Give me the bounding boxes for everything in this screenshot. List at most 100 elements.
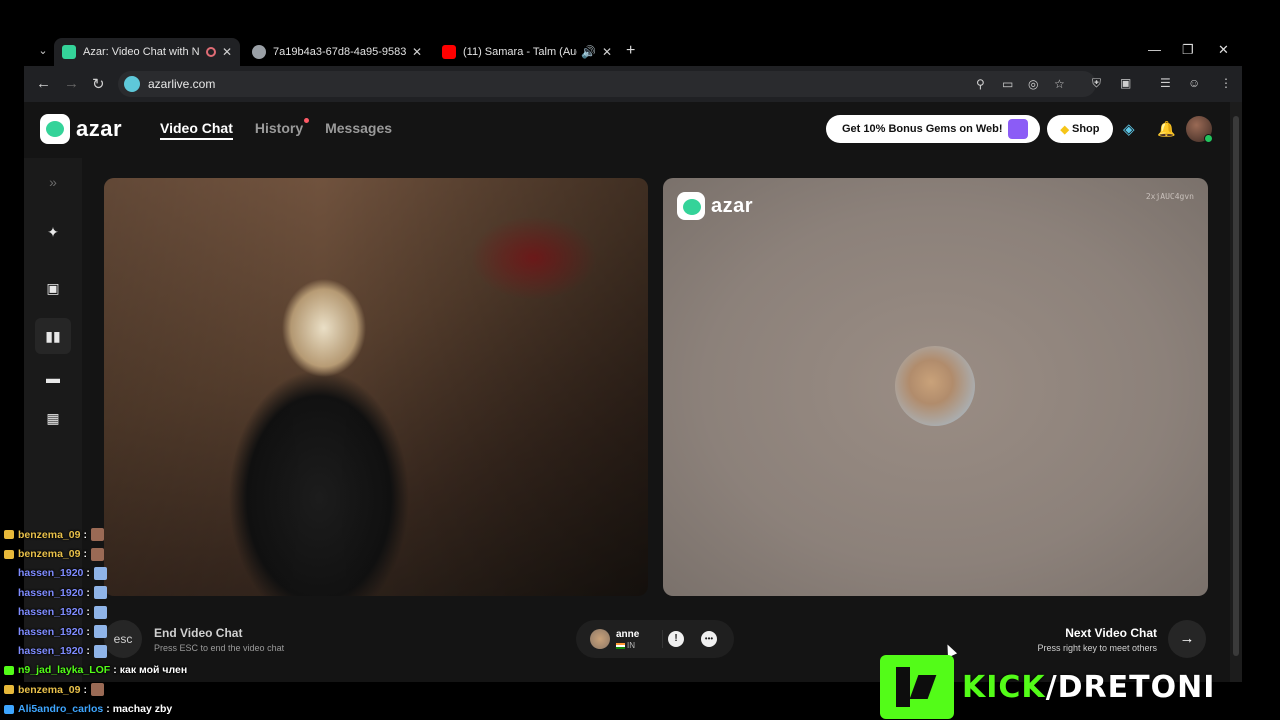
scrollbar-thumb[interactable] [1233, 116, 1239, 656]
report-icon[interactable]: ! [668, 631, 684, 647]
chat-colon: : [83, 683, 87, 696]
speaker-icon[interactable]: 🔊 [581, 45, 596, 59]
tab-title: (11) Samara - Talm (Audio) [463, 46, 577, 58]
youtube-icon [442, 45, 456, 59]
url-text[interactable]: azarlive.com [148, 77, 215, 91]
tab-youtube[interactable]: (11) Samara - Talm (Audio) 🔊 ✕ [434, 38, 620, 66]
nav-history[interactable]: History [254, 118, 310, 140]
chat-emote-icon [93, 644, 107, 658]
chat-message: hassen_1920: [0, 622, 300, 641]
chat-text: как мой член [119, 664, 188, 677]
divider [662, 630, 663, 648]
close-icon[interactable]: ✕ [412, 45, 422, 59]
tab-uuid[interactable]: 7a19b4a3-67d8-4a95-9583-9d4 ✕ [244, 38, 430, 66]
page-scrollbar[interactable] [1230, 102, 1242, 682]
chat-colon: : [113, 664, 117, 677]
kick-slash: / [1045, 669, 1058, 705]
nav-history-label: History [254, 120, 304, 136]
new-tab-button[interactable]: + [626, 42, 635, 60]
layout-side-by-side-icon[interactable]: ▮▮ [35, 318, 71, 354]
chat-username: hassen_1920 [18, 567, 84, 580]
chat-bubble-icon[interactable]: ••• [701, 631, 717, 647]
eye-off-icon[interactable]: ◎ [1028, 77, 1038, 91]
tab-title: 7a19b4a3-67d8-4a95-9583-9d4 [273, 46, 406, 58]
browser-toolbar: ← → ↻ azarlive.com ⚲ ▭ ◎ ☆ ⛨ ▣ ☰ ☺ ⋮ [24, 66, 1242, 102]
expand-sidebar-icon[interactable]: » [43, 172, 63, 192]
layout-grid-icon[interactable]: ▦ [43, 408, 63, 428]
chat-colon: : [83, 548, 87, 561]
chat-username: n9_jad_layka_LOF [18, 664, 111, 677]
chat-colon: : [83, 528, 87, 541]
close-icon[interactable]: ✕ [602, 45, 612, 59]
chat-username: hassen_1920 [18, 625, 84, 638]
azar-logo-icon [40, 114, 70, 144]
extensions-icon[interactable]: ▣ [1120, 76, 1131, 90]
user-avatar[interactable] [1186, 116, 1213, 143]
cast-icon[interactable]: ▭ [1002, 77, 1013, 91]
chat-colon: : [86, 625, 90, 638]
kick-channel: DRETONI [1057, 669, 1216, 705]
top-nav: Video Chat History Messages [160, 118, 392, 140]
india-flag-icon [616, 642, 625, 649]
site-info-icon[interactable] [124, 76, 140, 92]
bookmark-star-icon[interactable]: ☆ [1054, 77, 1065, 91]
peer-video: azar 2xjAUC4gvn [663, 178, 1208, 596]
peer-info-bar: anne IN ! ••• [576, 620, 734, 658]
session-id: 2xjAUC4gvn [1145, 192, 1194, 201]
restore-icon[interactable]: ❐ [1182, 42, 1194, 58]
back-icon[interactable]: ← [36, 75, 51, 92]
chat-badge-icon [4, 685, 14, 695]
nav-video-chat[interactable]: Video Chat [160, 120, 233, 140]
chat-message: n9_jad_layka_LOF: как мой член [0, 661, 300, 680]
peer-avatar[interactable] [590, 629, 610, 649]
browser-tabstrip: ⌄ Azar: Video Chat with New F ✕ 7a19b4a3… [24, 36, 1242, 66]
layout-stacked-icon[interactable]: ▬ [43, 368, 63, 388]
minimize-icon[interactable]: — [1148, 42, 1161, 57]
peer-country-code: IN [627, 641, 635, 650]
notification-dot [304, 118, 310, 123]
gift-icon [1008, 119, 1028, 139]
arrow-right-icon: → [1179, 630, 1195, 647]
next-chat-button[interactable]: → [1168, 620, 1206, 658]
recording-icon [205, 47, 216, 57]
watermark-text: azar [711, 194, 754, 217]
window-close-icon[interactable]: ✕ [1218, 42, 1229, 58]
bell-icon[interactable]: 🔔 [1157, 120, 1176, 138]
azar-logo[interactable]: azar [40, 114, 122, 144]
menu-dots-icon[interactable]: ⋮ [1220, 76, 1232, 90]
address-bar[interactable]: azarlive.com ⚲ ▭ ◎ ☆ [118, 71, 1096, 97]
chat-emote-icon [90, 547, 104, 561]
globe-icon [252, 45, 266, 59]
chat-badge-icon [4, 549, 14, 559]
chat-username: hassen_1920 [18, 645, 84, 658]
forward-icon[interactable]: → [64, 75, 79, 92]
kick-logo-icon [880, 655, 954, 719]
shield-icon[interactable]: ⛨ [1092, 76, 1101, 91]
gems-wallet-icon[interactable]: ◈ [1123, 120, 1135, 138]
tab-search-chevron-icon[interactable]: ⌄ [34, 42, 52, 60]
effects-icon[interactable]: ▣ [43, 278, 63, 298]
peer-profile-photo [895, 346, 975, 426]
chat-username: benzema_09 [18, 528, 81, 541]
profile-icon[interactable]: ☺ [1188, 76, 1200, 90]
chat-username: hassen_1920 [18, 586, 84, 599]
media-control-icon[interactable]: ☰ [1160, 76, 1171, 90]
online-status-dot [1204, 134, 1213, 143]
chat-text: machay zby [112, 703, 173, 716]
chat-emote-icon [90, 528, 104, 542]
chat-message: hassen_1920: [0, 641, 300, 660]
zoom-icon[interactable]: ⚲ [976, 77, 985, 91]
nav-messages[interactable]: Messages [325, 120, 392, 140]
screen: ⌄ Azar: Video Chat with New F ✕ 7a19b4a3… [0, 0, 1280, 720]
reload-icon[interactable]: ↻ [92, 75, 105, 93]
magic-wand-icon[interactable]: ✦ [43, 222, 63, 242]
chat-emote-icon [93, 605, 107, 619]
chat-username: hassen_1920 [18, 606, 84, 619]
chat-message: hassen_1920: [0, 583, 300, 602]
bonus-gems-button[interactable]: Get 10% Bonus Gems on Web! [826, 115, 1040, 143]
tab-azar[interactable]: Azar: Video Chat with New F ✕ [54, 38, 240, 66]
close-icon[interactable]: ✕ [222, 45, 232, 59]
shop-button[interactable]: ◆ Shop [1047, 115, 1113, 143]
shop-label: Shop [1071, 123, 1100, 135]
chat-emote-icon [93, 586, 107, 600]
